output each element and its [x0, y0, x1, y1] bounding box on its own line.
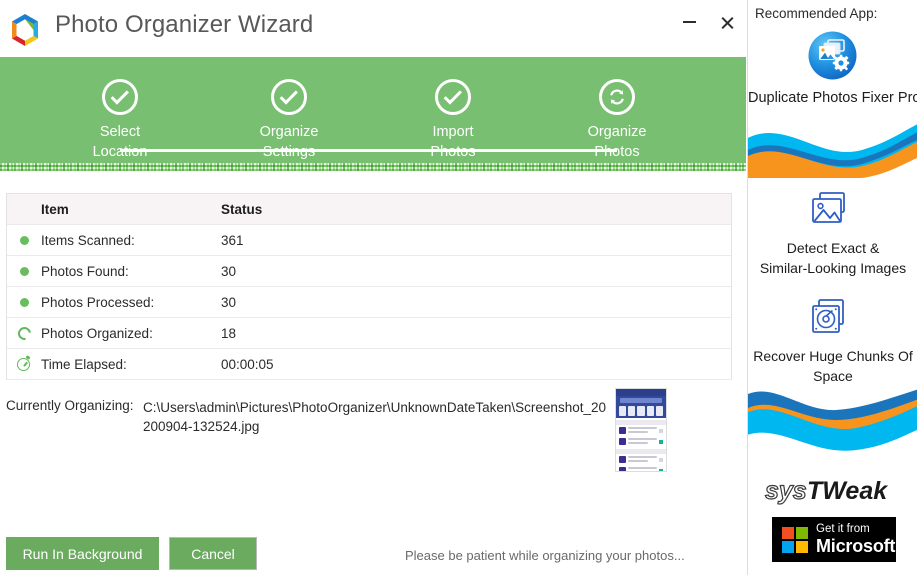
photo-organizer-window: Photo Organizer Wizard Select Location O… — [0, 0, 917, 575]
store-badge-big: Microsoft — [816, 535, 896, 556]
minimize-button[interactable] — [670, 6, 708, 38]
currently-organizing-path: C:\Users\admin\Pictures\PhotoOrganizer\U… — [143, 400, 606, 434]
row-item-label: Items Scanned: — [41, 232, 135, 248]
app-logo-icon — [6, 11, 44, 49]
table-row: Time Elapsed: 00:00:05 — [7, 349, 731, 380]
brand-part-sys: sys — [765, 477, 807, 505]
row-status-value: 00:00:05 — [221, 356, 274, 372]
table-header-row: Item Status — [7, 194, 731, 225]
table-row: Photos Organized: 18 — [7, 318, 731, 349]
close-button[interactable] — [708, 6, 746, 38]
wave-graphic-bottom — [748, 389, 917, 451]
green-dot-icon — [19, 297, 29, 307]
minimize-icon — [682, 21, 696, 23]
sidebar-feature-recover-space: Recover Huge Chunks Of Space — [748, 298, 917, 386]
feature-label-line1: Detect Exact & — [786, 240, 880, 256]
row-status-value: 30 — [221, 294, 237, 310]
row-item-label: Photos Organized: — [41, 325, 153, 341]
table-row: Items Scanned: 361 — [7, 225, 731, 256]
stepper-step-organize-photos[interactable]: Organize Photos — [542, 79, 692, 162]
check-icon — [279, 85, 298, 105]
store-badge-text: Get it from Microsoft — [816, 524, 895, 555]
row-item-label: Photos Found: — [41, 263, 129, 279]
stepper-step-select-location[interactable]: Select Location — [45, 79, 195, 162]
table-header-status: Status — [221, 201, 263, 217]
green-dot-icon — [19, 266, 29, 276]
window-controls — [670, 0, 746, 44]
step-label: Select Location — [93, 122, 148, 162]
progress-stats-table: Item Status Items Scanned: 361 Photos Fo… — [6, 193, 732, 380]
row-item-label: Time Elapsed: — [41, 356, 127, 372]
step-label-line1: Import — [432, 124, 474, 140]
row-status-value: 30 — [221, 263, 237, 279]
step-label-line2: Photos — [594, 144, 640, 160]
spinner-icon — [14, 323, 34, 343]
feature-label-line1: Recover Huge Chunks Of — [753, 348, 913, 364]
recommended-app-sidebar: Recommended App: Duplicate Photos Fixer … — [747, 0, 917, 575]
brand-part-tweak: TWeak — [807, 477, 888, 505]
stepper-step-organize-settings[interactable]: Organize Settings — [214, 79, 364, 162]
disk-stack-icon — [812, 299, 844, 333]
wizard-stepper: Select Location Organize Settings Import… — [0, 57, 746, 171]
stepper-track: Select Location Organize Settings Import… — [0, 57, 746, 171]
refresh-icon — [610, 89, 624, 105]
window-title: Photo Organizer Wizard — [55, 11, 314, 38]
row-status-icon — [7, 297, 41, 307]
table-header-item: Item — [41, 201, 69, 217]
step-label-line1: Organize — [259, 124, 319, 140]
step-label-line1: Organize — [587, 124, 647, 140]
duplicate-photos-fixer-icon[interactable] — [807, 30, 858, 81]
table-row: Photos Processed: 30 — [7, 287, 731, 318]
footer-bar: Run In Background Cancel Please be patie… — [0, 530, 746, 575]
get-it-from-microsoft-badge[interactable]: Get it from Microsoft — [772, 517, 896, 562]
row-status-icon — [7, 355, 41, 371]
row-status-icon — [7, 235, 41, 245]
header-texture-divider — [0, 163, 746, 171]
step-label-line2: Settings — [262, 144, 316, 160]
step-label-line1: Select — [99, 124, 141, 140]
row-status-value: 18 — [221, 325, 237, 341]
step-label: Organize Photos — [588, 122, 647, 162]
step-label: Organize Settings — [260, 122, 319, 162]
images-stack-icon — [812, 192, 845, 223]
currently-organizing-label: Currently Organizing: — [6, 398, 134, 413]
run-in-background-button[interactable]: Run In Background — [6, 537, 159, 570]
step-label-line2: Photos — [430, 144, 476, 160]
step-circle — [599, 79, 635, 115]
green-dot-icon — [19, 235, 29, 245]
footer-status-text: Please be patient while organizing your … — [405, 548, 685, 563]
step-circle — [271, 79, 307, 115]
title-bar: Photo Organizer Wizard — [0, 0, 746, 57]
currently-organizing-section: Currently Organizing: C:\Users\admin\Pic… — [6, 398, 606, 436]
row-status-icon — [7, 266, 41, 276]
stopwatch-icon — [17, 355, 31, 371]
systweak-brand-logo: sys TWeak — [748, 476, 917, 510]
check-icon — [110, 85, 129, 105]
step-label-line2: Location — [92, 144, 148, 160]
check-icon — [443, 85, 462, 105]
sidebar-feature-detect-images: Detect Exact & Similar-Looking Images — [748, 190, 917, 278]
feature-label-line2: Space — [813, 368, 853, 384]
sidebar-feature-label: Detect Exact & Similar-Looking Images — [748, 238, 917, 278]
row-status-value: 361 — [221, 232, 244, 248]
step-label: Import Photos — [430, 122, 475, 162]
table-row: Photos Found: 30 — [7, 256, 731, 287]
wave-graphic-top — [748, 124, 917, 178]
row-status-icon — [7, 323, 41, 343]
recommended-app-title: Duplicate Photos Fixer Pro — [748, 90, 917, 106]
sidebar-heading: Recommended App: — [755, 6, 878, 21]
sidebar-feature-label: Recover Huge Chunks Of Space — [748, 346, 917, 386]
step-circle — [102, 79, 138, 115]
step-circle — [435, 79, 471, 115]
close-icon — [720, 15, 735, 30]
photo-thumbnail-preview — [615, 388, 667, 472]
feature-label-line2: Similar-Looking Images — [759, 260, 907, 276]
microsoft-logo-icon — [782, 526, 808, 553]
store-badge-small: Get it from — [816, 523, 870, 536]
cancel-button[interactable]: Cancel — [169, 537, 257, 570]
row-item-label: Photos Processed: — [41, 294, 155, 310]
stepper-step-import-photos[interactable]: Import Photos — [378, 79, 528, 162]
